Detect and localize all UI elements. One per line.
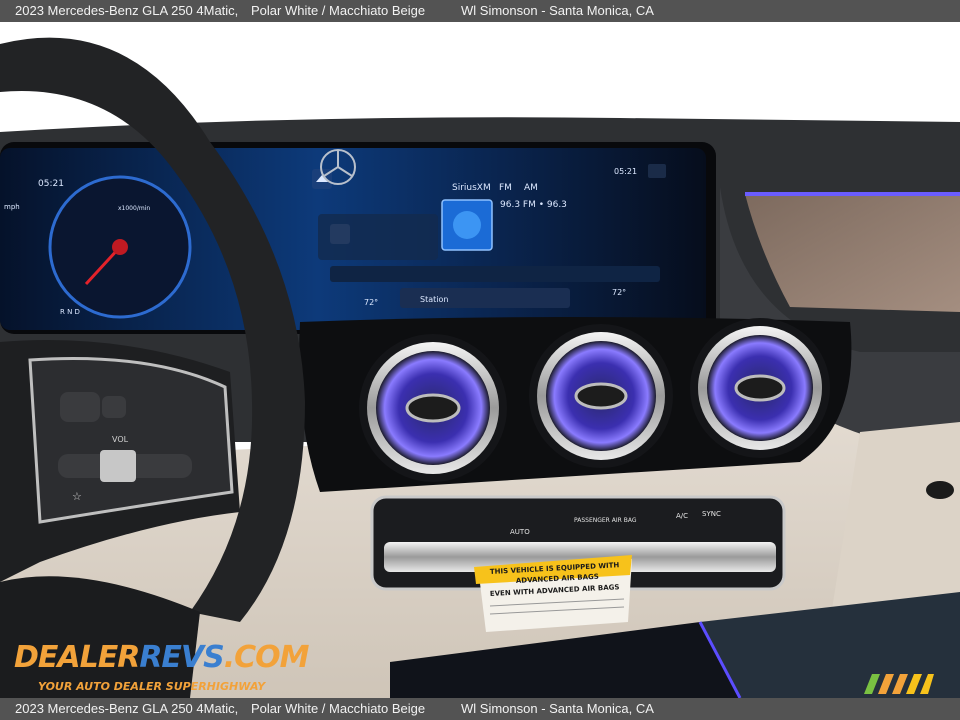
source-siriusxm[interactable]: SiriusXM <box>452 183 491 193</box>
star-icon: ☆ <box>72 490 82 503</box>
air-vent-left[interactable] <box>359 334 507 482</box>
sync-button[interactable]: SYNC <box>702 510 721 518</box>
ac-button[interactable]: A/C <box>676 512 688 520</box>
dealerrevs-tagline: YOUR AUTO DEALER SUPERHIGHWAY <box>38 680 266 693</box>
dealerrevs-logo: DEALERREVS.COM <box>14 640 310 675</box>
vol-label: VOL <box>112 435 129 444</box>
source-fm[interactable]: FM <box>499 183 512 193</box>
vehicle-title: 2023 Mercedes-Benz GLA 250 4Matic, <box>15 3 239 18</box>
brand-stripes-icon <box>864 674 934 694</box>
airbag-warning-label: THIS VEHICLE IS EQUIPPED WITH ADVANCED A… <box>474 555 632 632</box>
wheel-back-button[interactable] <box>102 396 126 418</box>
station-art-logo <box>453 211 481 239</box>
auto-button[interactable]: AUTO <box>510 528 530 536</box>
message-icon[interactable] <box>648 164 666 178</box>
station-label: Station <box>420 295 448 304</box>
trim-button <box>926 481 954 499</box>
rpm-unit: x1000/min <box>118 205 150 212</box>
temp-left: 72° <box>364 298 378 307</box>
footer-dealer-name: Wl Simonson - Santa Monica, CA <box>461 701 654 716</box>
vehicle-colors: Polar White / Macchiato Beige <box>251 3 426 18</box>
frequency-readout: 96.3 FM • 96.3 <box>500 200 567 210</box>
bottom-caption-bar: 2023 Mercedes-Benz GLA 250 4Matic, Polar… <box>0 698 960 720</box>
dealer-name: Wl Simonson - Santa Monica, CA <box>461 3 654 18</box>
wheel-touch-control[interactable] <box>100 450 136 482</box>
gear-indicator: R N D <box>60 308 80 316</box>
footer-vehicle-title: 2023 Mercedes-Benz GLA 250 4Matic, <box>15 701 239 716</box>
air-vent-center[interactable] <box>529 324 673 468</box>
cluster-time: 05:21 <box>38 179 64 189</box>
air-vent-right[interactable] <box>690 318 830 458</box>
top-caption-bar: 2023 Mercedes-Benz GLA 250 4Matic, Polar… <box>0 0 960 22</box>
passenger-airbag-indicator: PASSENGER AIR BAG <box>574 517 637 524</box>
footer-vehicle-colors: Polar White / Macchiato Beige <box>251 701 426 716</box>
temp-right: 72° <box>612 288 626 297</box>
speed-unit: mph <box>4 203 20 211</box>
skip-back-icon[interactable] <box>330 224 350 244</box>
source-am[interactable]: AM <box>524 183 538 193</box>
gauge-hub <box>112 239 128 255</box>
dashboard-photo: 05:21 mph x1000/min R N D SiriusXM FM AM… <box>0 22 960 698</box>
screen-time: 05:21 <box>614 167 637 176</box>
tuning-scale[interactable] <box>330 266 660 282</box>
wheel-home-button[interactable] <box>60 392 100 422</box>
